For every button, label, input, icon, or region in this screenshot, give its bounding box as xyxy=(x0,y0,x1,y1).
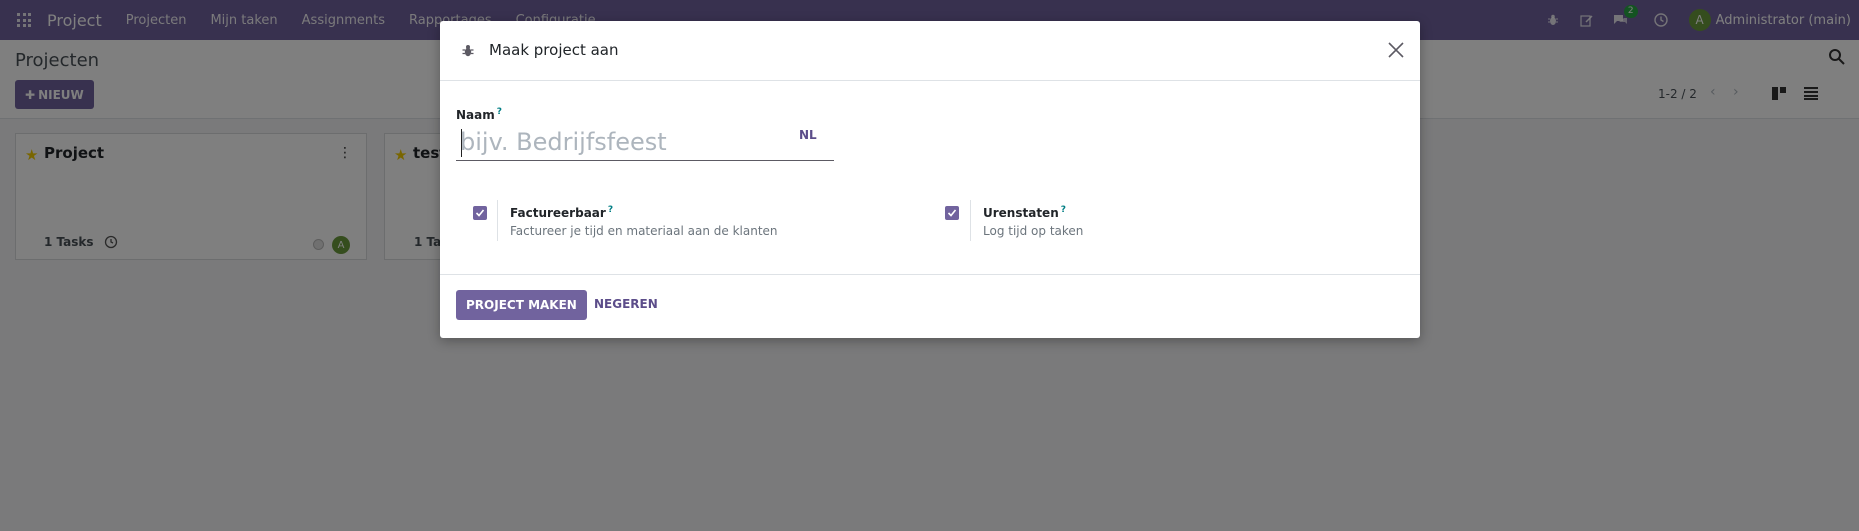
divider xyxy=(497,200,498,241)
dialog-title: Maak project aan xyxy=(489,41,619,59)
check-icon xyxy=(947,209,957,217)
billable-checkbox[interactable] xyxy=(473,206,487,220)
language-toggle[interactable]: NL xyxy=(799,128,817,142)
name-label-text: Naam xyxy=(456,108,495,122)
create-project-button[interactable]: PROJECT MAKEN xyxy=(456,290,587,320)
timesheets-checkbox[interactable] xyxy=(945,206,959,220)
help-icon[interactable]: ? xyxy=(497,107,502,117)
timesheets-title: Urenstaten xyxy=(983,206,1059,220)
create-project-dialog: Maak project aan Naam? NL Factureerbaar?… xyxy=(440,21,1420,338)
billable-description: Factureer je tijd en materiaal aan de kl… xyxy=(510,224,778,238)
help-icon[interactable]: ? xyxy=(1061,205,1066,215)
check-icon xyxy=(475,209,485,217)
dialog-footer: PROJECT MAKEN NEGEREN xyxy=(440,274,1420,338)
timesheets-option: Urenstaten? xyxy=(983,205,1066,220)
billable-title: Factureerbaar xyxy=(510,206,606,220)
timesheets-description: Log tijd op taken xyxy=(983,224,1084,238)
text-cursor xyxy=(461,129,462,157)
billable-option: Factureerbaar? xyxy=(510,205,613,220)
discard-button[interactable]: NEGEREN xyxy=(594,297,658,311)
help-icon[interactable]: ? xyxy=(608,205,613,215)
bug-icon xyxy=(462,45,474,57)
close-icon[interactable] xyxy=(1386,40,1406,60)
divider xyxy=(970,200,971,241)
project-name-input[interactable] xyxy=(456,123,834,161)
dialog-header: Maak project aan xyxy=(440,21,1420,81)
name-label: Naam? xyxy=(456,107,502,122)
